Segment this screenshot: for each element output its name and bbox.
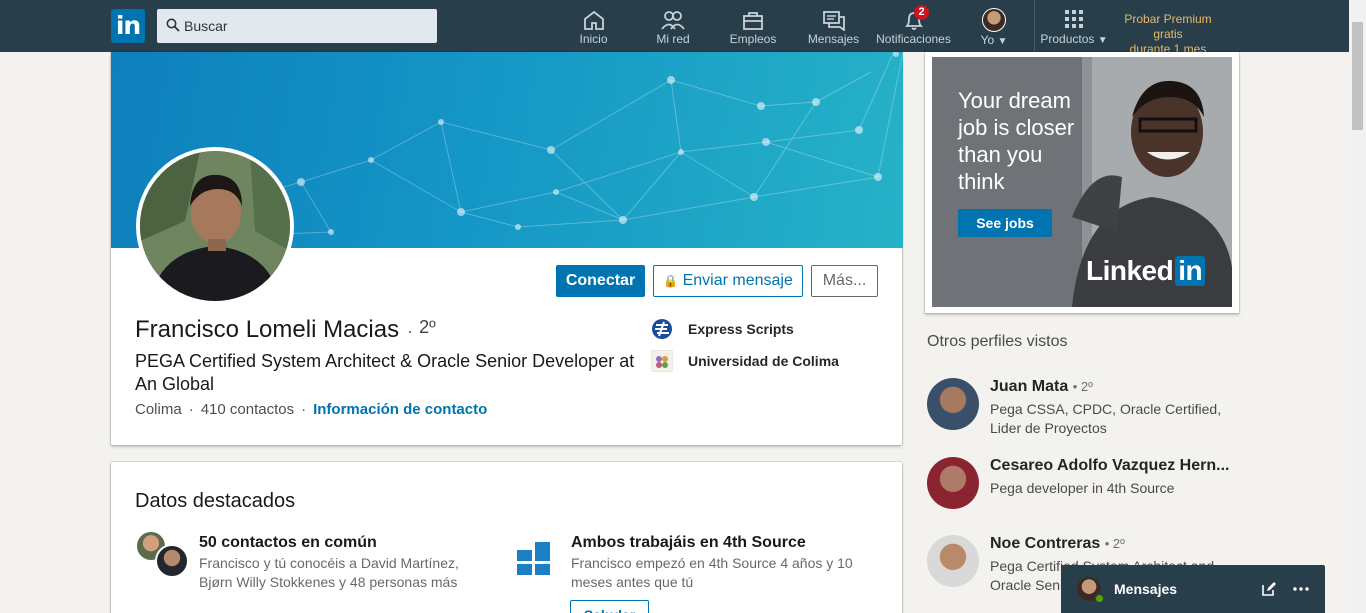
highlights-card: Datos destacados 50 contactos en común F… (111, 462, 902, 613)
scrollbar-thumb[interactable] (1352, 22, 1363, 130)
notification-badge: 2 (914, 5, 929, 20)
ad-brand-text: Linked (1086, 255, 1174, 286)
highlight-desc: Francisco y tú conocéis a David Martínez… (199, 555, 459, 590)
network-icon (661, 11, 685, 30)
profile-name-row: Francisco Lomeli Macias · 2º (135, 316, 436, 344)
compose-icon[interactable] (1259, 579, 1279, 599)
nav-item-notifications[interactable]: 2 Notificaciones (874, 0, 953, 52)
nav-item-products[interactable]: Productos ▼ (1036, 0, 1112, 52)
highlight-title[interactable]: 50 contactos en común (199, 534, 377, 552)
company-logo-4th-source (517, 542, 550, 575)
send-message-button[interactable]: 🔒 Enviar mensaje (653, 265, 803, 297)
profile-headline: PEGA Certified System Architect & Oracle… (135, 351, 635, 394)
nav-item-network[interactable]: Mi red (652, 0, 694, 52)
profile-suggestion-degree: 2º (1112, 536, 1125, 551)
ad-brand-logo: Linked in (1086, 255, 1206, 287)
nav-item-products-label-row: Productos ▼ (1036, 32, 1112, 46)
profile-name: Francisco Lomeli Macias (135, 316, 400, 343)
org-item-express-scripts[interactable]: Express Scripts (651, 317, 794, 341)
avatar (982, 8, 1006, 32)
profile-suggestion-desc: Pega developer in 4th Source (990, 480, 1175, 496)
separator-dot: · (301, 401, 307, 418)
briefcase-icon (743, 12, 763, 30)
chevron-down-icon: ▼ (1097, 35, 1108, 46)
nav-item-home[interactable]: Inicio (573, 0, 614, 52)
avatar (155, 544, 189, 578)
global-nav: in Inicio Mi red Empleos Mensajes 2 Noti… (0, 0, 1366, 56)
premium-line1: Probar Premium gratis (1124, 12, 1212, 41)
profile-location: Colima (135, 401, 182, 418)
contact-info-link[interactable]: Información de contacto (313, 401, 487, 418)
profile-suggestion-degree-row: • 2º (1104, 536, 1125, 551)
highlight-title[interactable]: Ambos trabajáis en 4th Source (571, 534, 806, 552)
connect-button[interactable]: Conectar (556, 265, 645, 297)
profile-suggestion[interactable]: Juan Mata • 2º Pega CSSA, CPDC, Oracle C… (927, 378, 1227, 438)
nav-item-me[interactable]: Yo ▼ (976, 0, 1012, 52)
profile-suggestion-name: Juan Mata (990, 378, 1069, 395)
nav-item-jobs[interactable]: Empleos (728, 0, 778, 52)
grid-icon (1065, 10, 1083, 28)
profile-suggestion-name-row: Noe Contreras • 2º (990, 535, 1125, 553)
more-button[interactable]: Más... (811, 265, 878, 297)
express-scripts-logo (652, 319, 672, 339)
profile-photo-image (140, 151, 290, 301)
messaging-icon (822, 11, 845, 31)
profile-top-card: Conectar 🔒 Enviar mensaje Más... Francis… (111, 52, 903, 445)
nav-item-messaging[interactable]: Mensajes (806, 0, 861, 52)
ad-banner[interactable]: Your dream job is closer than you think … (925, 52, 1239, 313)
nav-item-label: Notificaciones (876, 32, 951, 46)
connection-degree: 2º (419, 317, 436, 337)
highlights-title: Datos destacados (135, 490, 296, 512)
send-message-label: Enviar mensaje (682, 272, 793, 289)
nav-item-label: Empleos (729, 32, 777, 46)
avatar (927, 457, 979, 509)
ad-image: Your dream job is closer than you think … (932, 57, 1232, 307)
avatar (927, 535, 979, 587)
nav-item-label: Mi red (656, 32, 690, 46)
profile-suggestion-degree-row: • 2º (1072, 379, 1093, 394)
linkedin-logo[interactable]: in (111, 9, 145, 43)
profile-suggestion-name: Cesareo Adolfo Vazquez Hern... (990, 457, 1230, 474)
org-item-university[interactable]: Universidad de Colima (651, 349, 839, 373)
highlight-desc: Francisco empezó en 4th Source 4 años y … (571, 555, 853, 590)
ad-headline: Your dream job is closer than you think (958, 88, 1075, 194)
more-options-icon[interactable] (1291, 579, 1311, 599)
mutual-connections-avatars (135, 530, 191, 582)
other-profiles-title: Otros perfiles vistos (927, 333, 1068, 350)
see-jobs-button[interactable]: See jobs (958, 209, 1052, 237)
profile-suggestion-name-row: Juan Mata • 2º (990, 378, 1093, 396)
profile-suggestion[interactable]: Cesareo Adolfo Vazquez Hern... Pega deve… (927, 457, 1230, 517)
search-input[interactable] (184, 9, 429, 43)
profile-location-line: Colima · 410 contactos · Información de cont… (135, 401, 487, 418)
home-icon (583, 10, 604, 30)
lock-icon: 🔒 (663, 274, 679, 288)
search-box[interactable] (157, 9, 437, 43)
say-hello-button[interactable]: Saludar (570, 600, 649, 613)
ad-brand-in: in (1175, 256, 1206, 286)
search-icon (166, 18, 180, 32)
nav-item-label: Yo (980, 33, 995, 47)
nav-item-label: Productos (1040, 32, 1095, 46)
chevron-down-icon: ▼ (997, 36, 1008, 47)
nav-item-label: Inicio (579, 32, 608, 46)
profile-suggestion-desc: Pega CSSA, CPDC, Oracle Certified, Lider… (990, 401, 1222, 436)
messaging-title: Mensajes (1114, 581, 1178, 597)
org-name: Express Scripts (688, 321, 794, 337)
profile-suggestion-name: Noe Contreras (990, 535, 1101, 552)
separator-dot: · (188, 401, 194, 418)
profile-photo[interactable] (136, 147, 294, 305)
premium-upsell-link[interactable]: Probar Premium gratis durante 1 mes (1108, 12, 1228, 57)
messaging-overlay[interactable]: Mensajes (1061, 565, 1325, 613)
nav-divider (1034, 0, 1035, 52)
online-status-icon (1094, 593, 1105, 604)
nav-item-label: Mensajes (807, 32, 860, 46)
org-name: Universidad de Colima (688, 353, 839, 369)
university-logo (651, 350, 673, 372)
profile-suggestion-degree: 2º (1080, 379, 1093, 394)
connection-degree-separator: · (407, 321, 414, 341)
nav-item-me-label-row: Yo ▼ (976, 33, 1012, 47)
scrollbar[interactable] (1349, 0, 1366, 613)
avatar (927, 378, 979, 430)
connections-count[interactable]: 410 contactos (201, 401, 294, 418)
